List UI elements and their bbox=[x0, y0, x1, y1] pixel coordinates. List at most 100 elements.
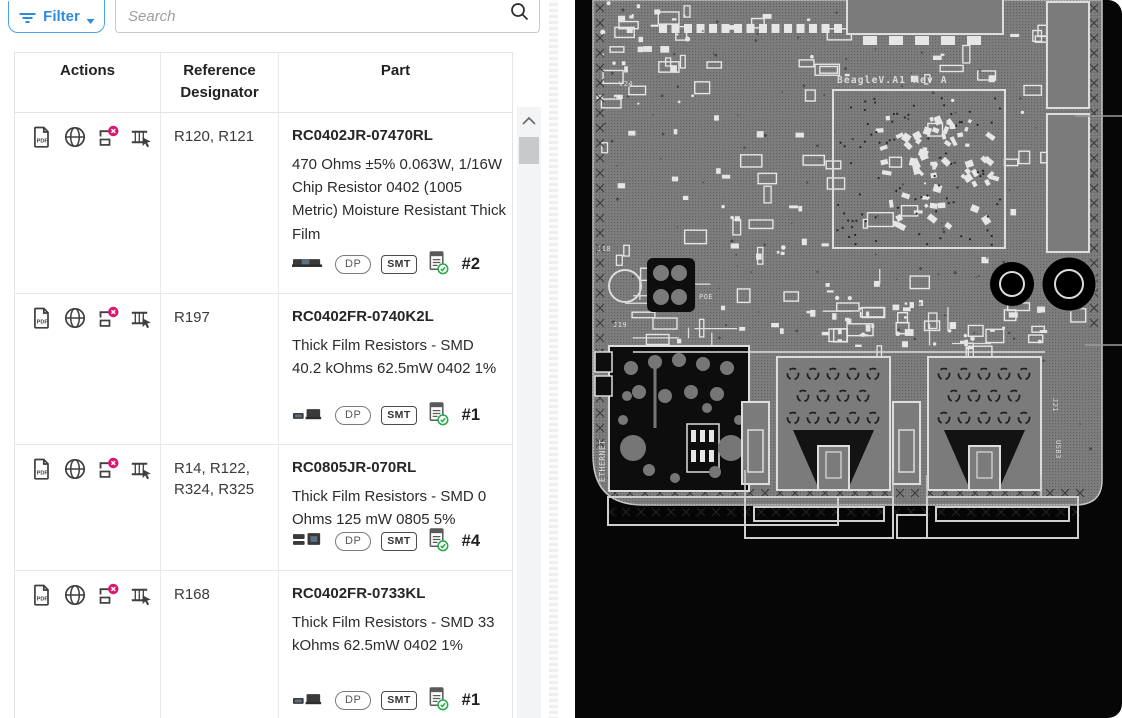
web-link-globe-icon[interactable] bbox=[63, 583, 87, 607]
part-count: #4 bbox=[462, 532, 480, 551]
svg-text:PDF: PDF bbox=[37, 138, 49, 144]
reference-designator-cell: R197 bbox=[161, 294, 279, 444]
part-description: Thick Film Resistors - SMD 40.2 kOhms 62… bbox=[292, 334, 507, 381]
svg-text:PDF: PDF bbox=[37, 596, 49, 602]
part-description: Thick Film Resistors - SMD 0 Ohms 125 mW… bbox=[292, 485, 507, 532]
datasheet-verified-icon bbox=[427, 401, 450, 431]
pcb-mounting-hole bbox=[1042, 257, 1096, 311]
table-row[interactable]: PDF R168 RC0402FR-0733KL Thick Film Resi… bbox=[15, 571, 512, 718]
select-footprint-cursor-icon[interactable] bbox=[129, 306, 153, 330]
dp-badge: DP bbox=[335, 255, 371, 274]
footprint-remove-icon[interactable] bbox=[96, 125, 120, 149]
pdf-datasheet-icon[interactable]: PDF bbox=[30, 457, 54, 481]
pcb-pad bbox=[595, 352, 612, 372]
part-cell: RC0805JR-070RL Thick Film Resistors - SM… bbox=[279, 445, 512, 570]
table-row[interactable]: PDF R197 RC0402FR-0740K2L Thick Film Res… bbox=[15, 294, 512, 445]
svg-text:PDF: PDF bbox=[37, 470, 49, 476]
scroll-up-icon[interactable] bbox=[521, 113, 537, 131]
actions-cell: PDF bbox=[15, 445, 161, 570]
part-footer: DP SMT #2 bbox=[292, 250, 480, 280]
svg-text:USB3: USB3 bbox=[1054, 440, 1062, 459]
dp-badge: DP bbox=[335, 691, 371, 710]
table-scrollbar[interactable] bbox=[517, 107, 541, 718]
actions-cell: PDF bbox=[15, 113, 161, 293]
part-cell: RC0402FR-0733KL Thick Film Resistors - S… bbox=[279, 571, 512, 718]
select-footprint-cursor-icon[interactable] bbox=[129, 457, 153, 481]
svg-text:PDF: PDF bbox=[37, 319, 49, 325]
pdf-datasheet-icon[interactable]: PDF bbox=[30, 583, 54, 607]
dp-badge: DP bbox=[335, 406, 371, 425]
svg-text:J18: J18 bbox=[597, 245, 611, 253]
reference-designator-cell: R120, R121 bbox=[161, 113, 279, 293]
svg-text:J19: J19 bbox=[613, 321, 627, 329]
pcb-board-title: BeagleV.A1 Rev A bbox=[837, 75, 948, 86]
svg-text:POE: POE bbox=[699, 293, 713, 301]
select-footprint-cursor-icon[interactable] bbox=[129, 125, 153, 149]
pcb-hole-strip bbox=[1047, 114, 1089, 252]
pdf-datasheet-icon[interactable]: PDF bbox=[30, 125, 54, 149]
part-photo-thumbnail bbox=[292, 405, 325, 426]
search-input[interactable] bbox=[116, 8, 510, 32]
web-link-globe-icon[interactable] bbox=[63, 457, 87, 481]
search-box bbox=[115, 0, 540, 33]
scrollbar-thumb[interactable] bbox=[519, 137, 539, 164]
pcb-pad bbox=[653, 289, 669, 305]
dp-badge: DP bbox=[335, 532, 371, 551]
table-header-row: Actions Reference Designator Part bbox=[15, 53, 512, 113]
chevron-down-icon bbox=[86, 18, 95, 25]
footprint-remove-icon[interactable] bbox=[96, 583, 120, 607]
part-cell: RC0402JR-07470RL 470 Ohms ±5% 0.063W, 1/… bbox=[279, 113, 512, 293]
pcb-pad bbox=[671, 289, 687, 305]
part-photo-thumbnail bbox=[292, 690, 325, 711]
part-photo-thumbnail bbox=[292, 531, 325, 552]
part-cell: RC0402FR-0740K2L Thick Film Resistors - … bbox=[279, 294, 512, 444]
smt-badge: SMT bbox=[381, 532, 416, 551]
pcb-top-ic bbox=[847, 0, 1003, 34]
actions-cell: PDF bbox=[15, 294, 161, 444]
part-count: #2 bbox=[462, 255, 480, 274]
pcb-hole-strip bbox=[1047, 2, 1089, 108]
column-header-part: Part bbox=[279, 53, 512, 112]
column-header-actions: Actions bbox=[15, 53, 161, 112]
filter-button-label: Filter bbox=[43, 8, 80, 25]
svg-text:ETHERNET: ETHERNET bbox=[598, 439, 607, 482]
part-footer: DP SMT #1 bbox=[292, 401, 480, 431]
search-icon[interactable] bbox=[510, 2, 539, 32]
filter-icon bbox=[18, 10, 37, 25]
part-count: #1 bbox=[462, 406, 480, 425]
reference-designator-cell: R14, R122, R324, R325 bbox=[161, 445, 279, 570]
smt-badge: SMT bbox=[381, 406, 416, 425]
table-row[interactable]: PDF R14, R122, R324, R325 RC0805JR-070RL… bbox=[15, 445, 512, 571]
web-link-globe-icon[interactable] bbox=[63, 306, 87, 330]
pcb-pad bbox=[595, 376, 612, 396]
smt-badge: SMT bbox=[381, 691, 416, 710]
part-description: 470 Ohms ±5% 0.063W, 1/16W Chip Resistor… bbox=[292, 153, 507, 247]
pcb-mounting-hole bbox=[990, 262, 1034, 306]
part-number: RC0805JR-070RL bbox=[292, 459, 508, 476]
bom-table: Actions Reference Designator Part PDF R1… bbox=[14, 52, 513, 718]
reference-designator-cell: R168 bbox=[161, 571, 279, 718]
select-footprint-cursor-icon[interactable] bbox=[129, 583, 153, 607]
actions-cell: PDF bbox=[15, 571, 161, 718]
panel-resize-gutter[interactable] bbox=[549, 0, 558, 718]
table-row[interactable]: PDF R120, R121 RC0402JR-07470RL 470 Ohms… bbox=[15, 113, 512, 294]
part-footer: DP SMT #1 bbox=[292, 686, 480, 716]
smt-badge: SMT bbox=[381, 255, 416, 274]
pcb-pad bbox=[671, 265, 687, 281]
datasheet-verified-icon bbox=[427, 527, 450, 557]
pcb-canvas[interactable]: BeagleV.A1 Rev A ETHERNETPOEJ19J18V24J21… bbox=[575, 0, 1122, 718]
svg-text:J21: J21 bbox=[1051, 398, 1059, 412]
datasheet-verified-icon bbox=[427, 250, 450, 280]
footprint-remove-icon[interactable] bbox=[96, 306, 120, 330]
pcb-layout-viewport[interactable]: BeagleV.A1 Rev A ETHERNETPOEJ19J18V24J21… bbox=[575, 0, 1122, 718]
part-number: RC0402FR-0733KL bbox=[292, 585, 508, 602]
filter-button[interactable]: Filter bbox=[8, 0, 105, 33]
column-header-reference-designator: Reference Designator bbox=[161, 53, 279, 112]
web-link-globe-icon[interactable] bbox=[63, 125, 87, 149]
pdf-datasheet-icon[interactable]: PDF bbox=[30, 306, 54, 330]
part-number: RC0402JR-07470RL bbox=[292, 127, 508, 144]
footprint-remove-icon[interactable] bbox=[96, 457, 120, 481]
datasheet-verified-icon bbox=[427, 686, 450, 716]
app-window: Filter Actions Reference Designator Part… bbox=[0, 0, 1122, 718]
pcb-pad bbox=[653, 265, 669, 281]
